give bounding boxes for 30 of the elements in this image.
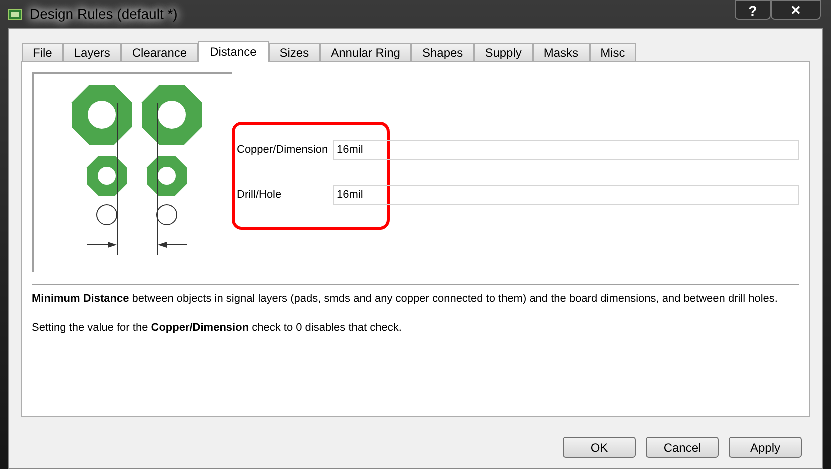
pad-icon — [147, 156, 187, 196]
hole-icon — [96, 204, 118, 226]
tab[interactable]: Clearance — [121, 43, 198, 61]
field-label: Copper/Dimension — [237, 142, 330, 158]
tab[interactable]: Distance — [198, 41, 269, 62]
arrow-icon — [86, 242, 117, 248]
help-button[interactable]: ? — [735, 0, 771, 20]
pad-icon — [142, 85, 202, 145]
dialog-button[interactable]: OK — [563, 437, 636, 458]
tab[interactable]: Layers — [63, 43, 122, 61]
tab[interactable]: Sizes — [268, 43, 320, 61]
arrow-icon — [158, 242, 188, 248]
input-field[interactable]: 16mil — [333, 140, 799, 160]
tab[interactable]: Supply — [474, 43, 533, 61]
input-field[interactable]: 16mil — [333, 185, 799, 205]
description-text: Minimum Distance between objects in signal layers (pads, smds and any copper connected to them) and the board dimensions, and between drill holes. — [32, 292, 779, 307]
tab[interactable]: Masks — [532, 43, 590, 61]
tab[interactable]: File — [22, 43, 64, 61]
description-text: Setting the value for the Copper/Dimension check to 0 disables that check. — [32, 320, 403, 336]
dialog-button[interactable]: Cancel — [646, 437, 719, 458]
field-label: Drill/Hole — [237, 188, 283, 203]
pad-icon — [87, 156, 127, 196]
close-button[interactable]: ✕ — [771, 0, 821, 20]
hole-icon — [156, 204, 178, 226]
pad-icon — [72, 85, 132, 145]
tab[interactable]: Misc — [590, 43, 636, 61]
tab[interactable]: Shapes — [411, 43, 474, 61]
tab[interactable]: Annular Ring — [320, 43, 412, 61]
app-icon — [8, 8, 22, 20]
dialog-button[interactable]: Apply — [729, 437, 802, 458]
